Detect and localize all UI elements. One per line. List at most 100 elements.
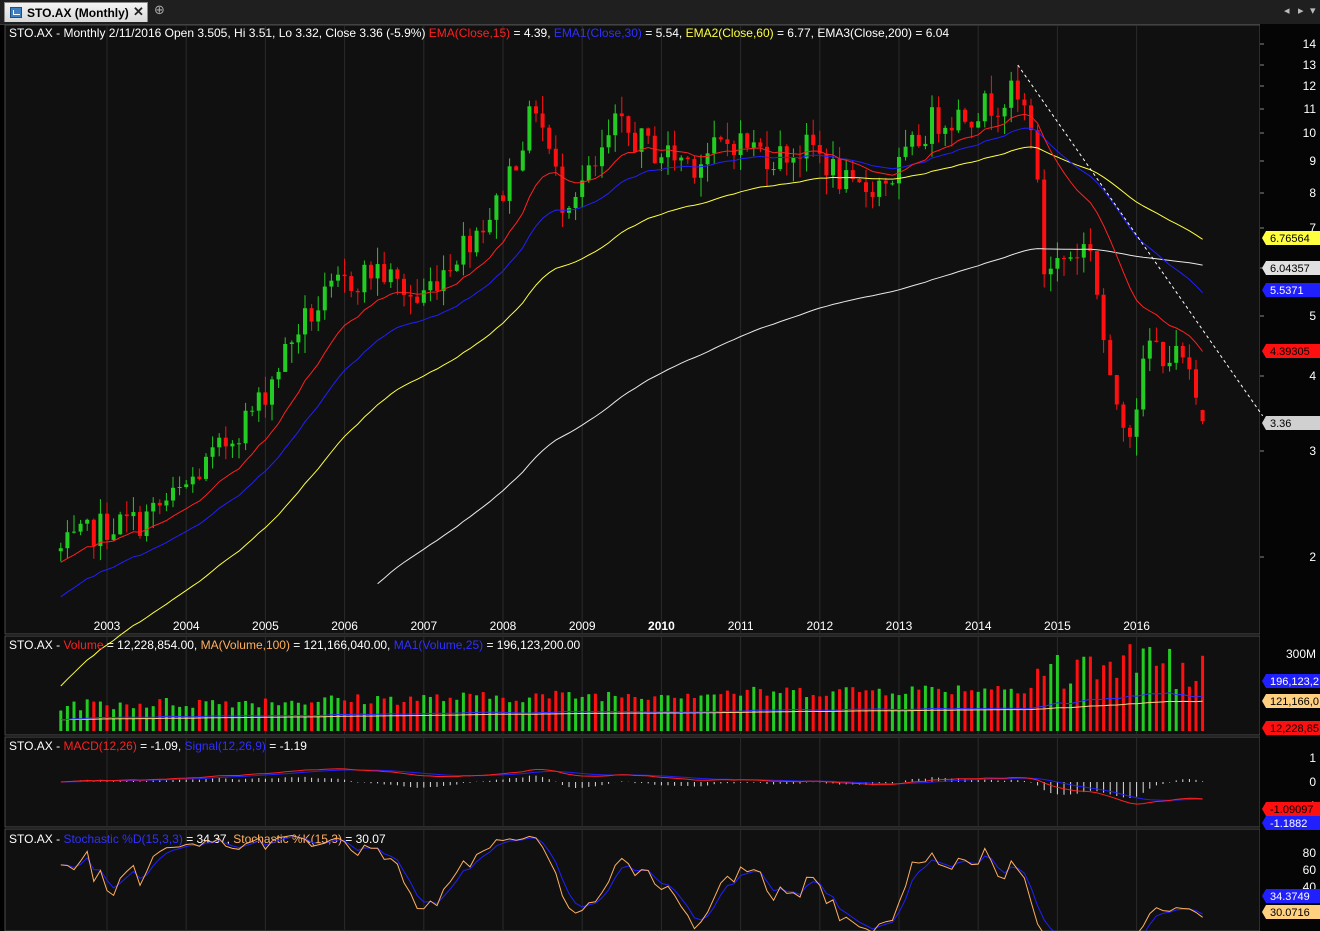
volume-bar[interactable] — [105, 705, 109, 731]
volume-bar[interactable] — [514, 700, 518, 731]
close-icon[interactable]: ✕ — [133, 4, 144, 20]
candle-body[interactable] — [1009, 80, 1014, 108]
volume-bar[interactable] — [65, 705, 69, 731]
tab-menu-icon[interactable]: ▾ — [1310, 4, 1316, 17]
volume-bar[interactable] — [164, 698, 168, 731]
volume-bar[interactable] — [890, 693, 894, 731]
candle-body[interactable] — [309, 308, 314, 322]
candle-body[interactable] — [1180, 345, 1185, 358]
candle-body[interactable] — [131, 512, 136, 517]
candle-body[interactable] — [1147, 340, 1152, 359]
volume-bar[interactable] — [72, 701, 76, 731]
volume-bar[interactable] — [554, 690, 558, 731]
volume-bar[interactable] — [1128, 644, 1132, 731]
volume-bar[interactable] — [910, 686, 914, 731]
candle-body[interactable] — [164, 500, 169, 506]
candle-body[interactable] — [468, 235, 472, 253]
volume-bar[interactable] — [145, 707, 149, 731]
candle-body[interactable] — [184, 484, 189, 488]
candle-body[interactable] — [395, 269, 400, 279]
candle-body[interactable] — [481, 230, 486, 233]
candle-body[interactable] — [956, 109, 961, 131]
volume-bar[interactable] — [574, 698, 578, 731]
volume-bar[interactable] — [79, 710, 83, 731]
volume-bar[interactable] — [1102, 665, 1106, 731]
volume-bar[interactable] — [620, 697, 624, 731]
volume-bar[interactable] — [752, 686, 756, 731]
candle-body[interactable] — [923, 143, 928, 147]
candle-body[interactable] — [943, 127, 948, 134]
candle-body[interactable] — [916, 134, 921, 147]
candle-body[interactable] — [421, 290, 426, 303]
candle-body[interactable] — [303, 308, 307, 335]
candle-body[interactable] — [1141, 358, 1146, 410]
volume-bar[interactable] — [679, 698, 683, 731]
volume-bar[interactable] — [884, 695, 888, 731]
candle-body[interactable] — [949, 127, 954, 131]
volume-bar[interactable] — [1042, 675, 1046, 731]
volume-bar[interactable] — [422, 695, 426, 731]
volume-bar[interactable] — [600, 701, 604, 731]
volume-bar[interactable] — [521, 702, 525, 731]
volume-bar[interactable] — [508, 702, 512, 731]
candle-body[interactable] — [791, 157, 796, 163]
candle-body[interactable] — [897, 156, 901, 184]
volume-bar[interactable] — [1141, 648, 1145, 731]
candle-body[interactable] — [58, 548, 63, 552]
volume-bar[interactable] — [329, 695, 333, 731]
candle-body[interactable] — [560, 166, 565, 213]
candle-body[interactable] — [1075, 257, 1080, 259]
volume-bar[interactable] — [970, 690, 974, 731]
candle-body[interactable] — [553, 148, 558, 167]
volume-bar[interactable] — [877, 688, 881, 731]
volume-bar[interactable] — [1161, 663, 1165, 731]
volume-bar[interactable] — [356, 694, 360, 731]
candle-body[interactable] — [270, 379, 274, 405]
volume-bar[interactable] — [1154, 665, 1158, 731]
candle-body[interactable] — [804, 134, 809, 159]
volume-bar[interactable] — [1016, 693, 1020, 731]
candle-body[interactable] — [1022, 99, 1027, 106]
volume-bar[interactable] — [633, 696, 637, 731]
candle-body[interactable] — [105, 513, 109, 540]
volume-bar[interactable] — [1022, 693, 1026, 731]
candle-body[interactable] — [659, 157, 664, 164]
volume-bar[interactable] — [230, 707, 234, 731]
volume-bar[interactable] — [303, 704, 307, 731]
candle-body[interactable] — [369, 264, 373, 279]
candle-body[interactable] — [573, 196, 578, 209]
candle-body[interactable] — [349, 276, 354, 291]
scroll-left-icon[interactable]: ◂ — [1284, 4, 1290, 17]
candle-body[interactable] — [666, 145, 670, 158]
volume-bar[interactable] — [369, 703, 373, 731]
volume-bar[interactable] — [818, 696, 822, 731]
candle-body[interactable] — [428, 281, 433, 291]
candle-body[interactable] — [758, 142, 763, 147]
volume-bar[interactable] — [475, 695, 479, 731]
candle-body[interactable] — [415, 296, 420, 303]
candle-body[interactable] — [534, 106, 538, 114]
candle-body[interactable] — [685, 157, 690, 160]
candle-body[interactable] — [72, 531, 76, 533]
candle-body[interactable] — [725, 139, 730, 144]
candle-body[interactable] — [593, 165, 598, 167]
candle-body[interactable] — [78, 523, 83, 532]
candle-body[interactable] — [441, 270, 446, 291]
candle-body[interactable] — [223, 437, 228, 447]
candle-body[interactable] — [91, 519, 96, 547]
candle-body[interactable] — [1015, 80, 1020, 100]
candle-body[interactable] — [837, 158, 842, 190]
candle-body[interactable] — [197, 476, 202, 479]
chart-area[interactable]: 1413121110987654326.765646.043575.53714.… — [0, 24, 1320, 931]
candle-body[interactable] — [355, 290, 360, 293]
volume-bar[interactable] — [59, 710, 63, 731]
volume-bar[interactable] — [897, 695, 901, 731]
candle-body[interactable] — [996, 115, 1000, 117]
volume-bar[interactable] — [653, 696, 657, 731]
volume-bar[interactable] — [1003, 689, 1007, 731]
candle-body[interactable] — [230, 443, 235, 447]
volume-bar[interactable] — [481, 692, 485, 731]
volume-bar[interactable] — [178, 706, 182, 731]
candle-body[interactable] — [857, 178, 862, 183]
candle-body[interactable] — [692, 159, 697, 178]
